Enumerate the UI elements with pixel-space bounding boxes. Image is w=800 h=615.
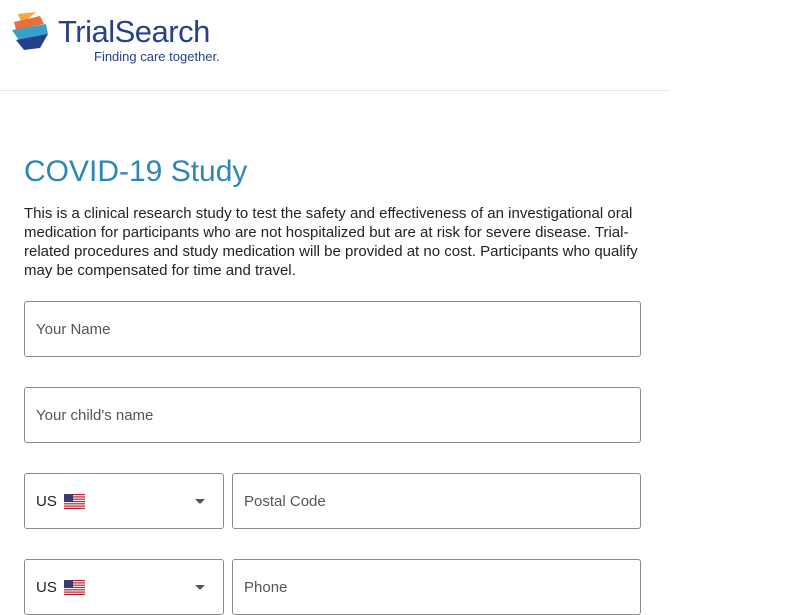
name-field[interactable] bbox=[24, 301, 641, 357]
us-flag-icon bbox=[64, 494, 85, 509]
postal-code-input[interactable] bbox=[233, 474, 640, 528]
chevron-down-icon bbox=[195, 499, 205, 504]
logo-mark-icon bbox=[12, 12, 48, 50]
postal-code-field[interactable] bbox=[232, 473, 641, 529]
study-description: This is a clinical research study to tes… bbox=[24, 205, 638, 279]
us-flag-icon bbox=[64, 580, 85, 595]
child-name-input[interactable] bbox=[25, 388, 640, 442]
postal-country-select[interactable]: US bbox=[24, 473, 224, 529]
logo-wordmark: TrialSearch bbox=[58, 14, 210, 49]
logo-tagline: Finding care together. bbox=[94, 49, 220, 64]
phone-country-select[interactable]: US bbox=[24, 559, 224, 615]
site-header: TrialSearch Finding care together. bbox=[0, 0, 670, 91]
name-input[interactable] bbox=[25, 302, 640, 356]
phone-field[interactable] bbox=[232, 559, 641, 615]
page-title: COVID-19 Study bbox=[24, 155, 248, 188]
phone-input[interactable] bbox=[233, 560, 640, 614]
phone-country-code: US bbox=[36, 579, 57, 596]
chevron-down-icon bbox=[195, 585, 205, 590]
postal-country-code: US bbox=[36, 493, 57, 510]
child-name-field[interactable] bbox=[24, 387, 641, 443]
trialsearch-logo[interactable]: TrialSearch Finding care together. bbox=[10, 12, 225, 68]
study-content: COVID-19 Study This is a clinical resear… bbox=[24, 150, 641, 280]
